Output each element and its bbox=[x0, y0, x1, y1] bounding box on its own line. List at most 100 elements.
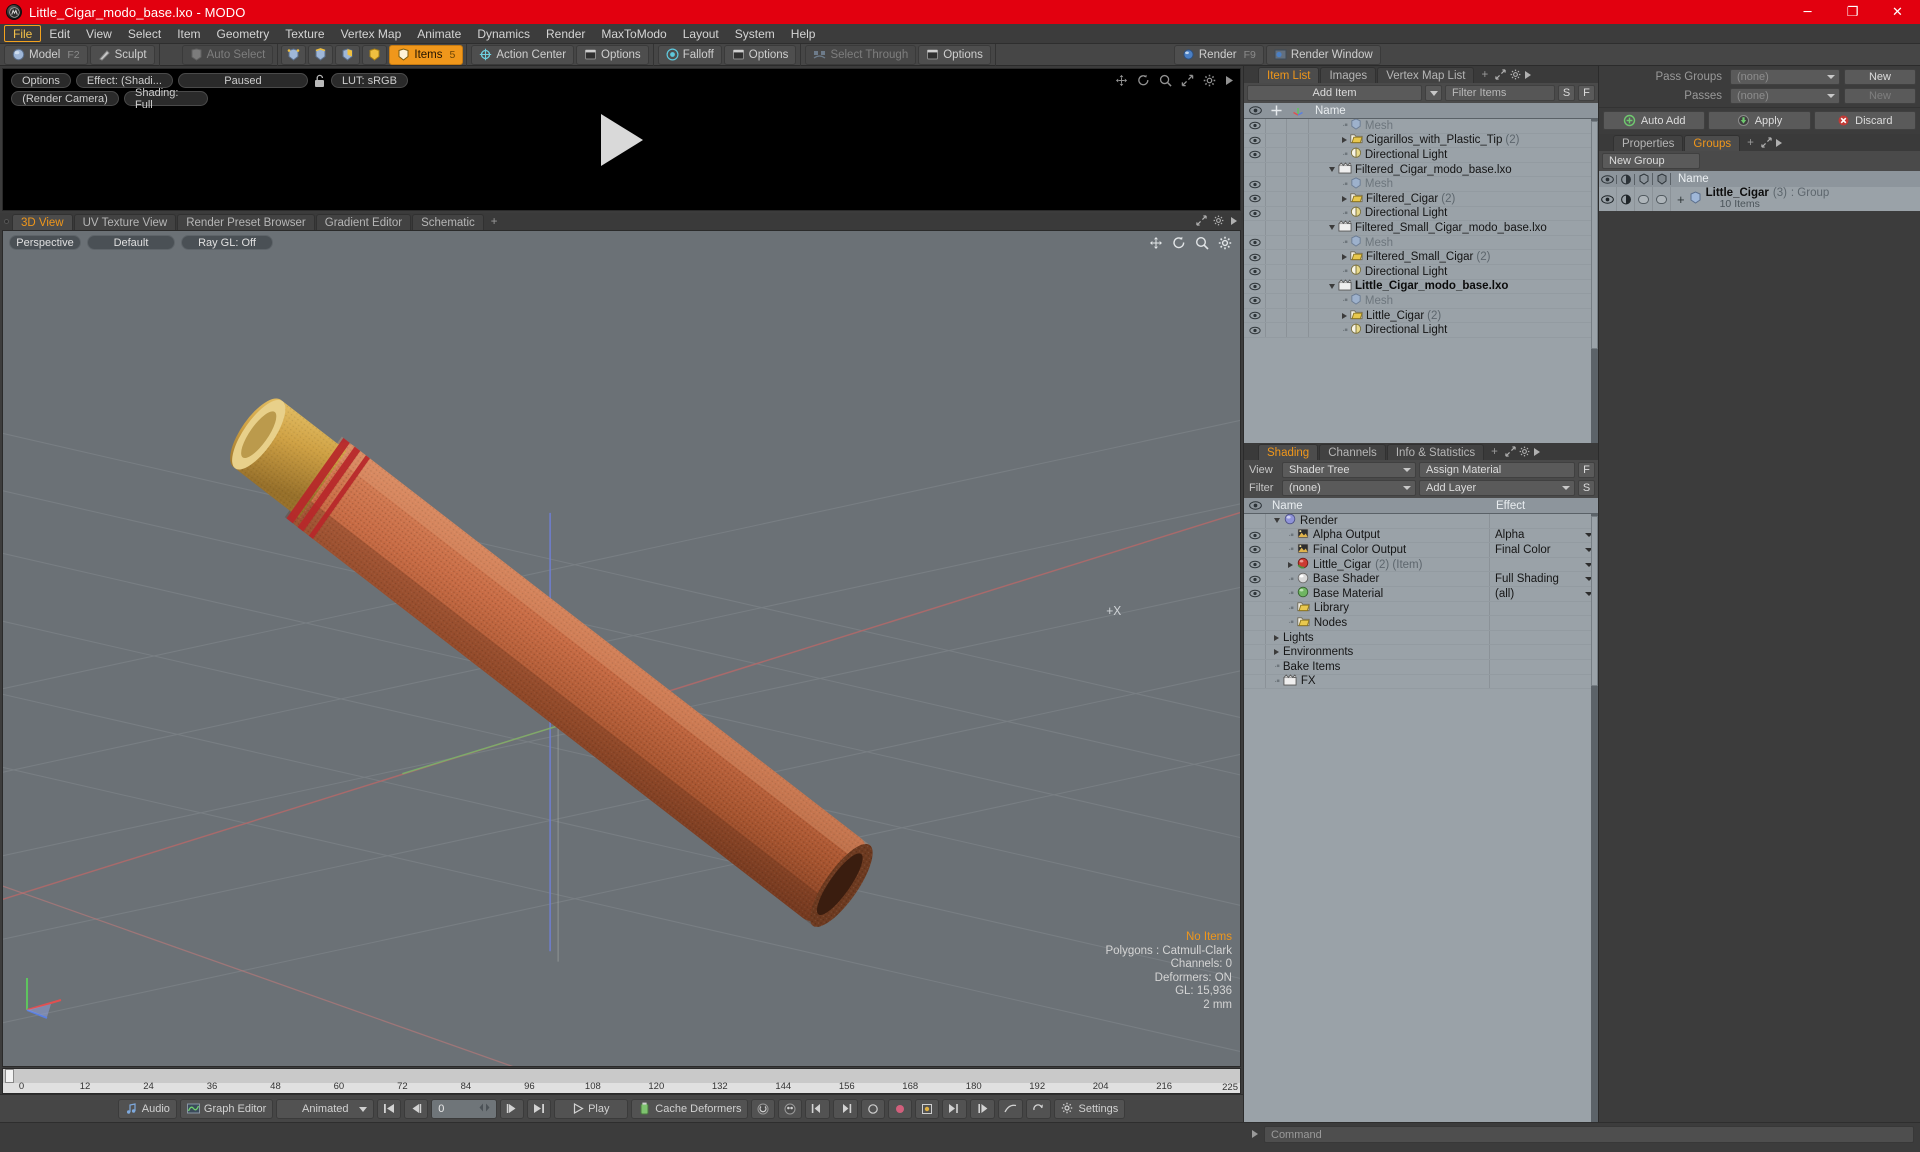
rotate-icon[interactable] bbox=[1137, 74, 1150, 90]
render-status-button[interactable]: Paused bbox=[177, 73, 308, 88]
shading-row-effect-cell[interactable]: Alpha bbox=[1490, 529, 1598, 543]
shading-tree-row[interactable]: ·▪ FX bbox=[1244, 674, 1598, 690]
maximize-panel-icon[interactable] bbox=[1505, 446, 1516, 460]
shading-row-effect-cell[interactable]: Full Shading bbox=[1490, 572, 1598, 586]
falloff-options-button[interactable]: Options bbox=[723, 44, 797, 65]
3d-viewport[interactable]: +X Perspective Default Ray GL: Off No Item… bbox=[2, 230, 1241, 1067]
shading-tree-row[interactable]: Environments bbox=[1244, 645, 1598, 660]
item-list-row[interactable]: Cigarillos_with_Plastic_Tip (2) bbox=[1244, 133, 1598, 149]
row-axis-toggle[interactable] bbox=[1287, 133, 1309, 148]
play-button[interactable]: Play bbox=[554, 1098, 629, 1119]
panel-arrow-icon[interactable] bbox=[1251, 1128, 1259, 1142]
shading-tree-row[interactable]: ·▪ Alpha Output Alpha bbox=[1244, 528, 1598, 544]
loop-toggle-button[interactable] bbox=[1026, 1098, 1052, 1119]
row-axis-toggle[interactable] bbox=[1287, 235, 1309, 250]
row-name-cell[interactable]: Little_Cigar_modo_base.lxo bbox=[1309, 279, 1598, 294]
action-center-options-button[interactable]: Options bbox=[576, 44, 649, 65]
item-list-row[interactable]: ·▪ Mesh bbox=[1244, 235, 1598, 251]
row-axis-toggle[interactable] bbox=[1287, 206, 1309, 221]
shading-tree-row[interactable]: ·▪ Base Material (all) bbox=[1244, 586, 1598, 602]
row-name-cell[interactable]: ·▪ Directional Light bbox=[1309, 206, 1598, 221]
select-through-button[interactable]: Select Through bbox=[805, 44, 917, 65]
viewport-control-perspective[interactable]: Perspective bbox=[9, 235, 81, 250]
row-lock-toggle[interactable] bbox=[1266, 177, 1287, 191]
viewport-tab-render-preset-browser[interactable]: Render Preset Browser bbox=[177, 214, 315, 230]
item-list-tab-item-list[interactable]: Item List bbox=[1258, 67, 1320, 83]
shading-tab-channels[interactable]: Channels bbox=[1319, 444, 1386, 460]
go-to-end-button[interactable] bbox=[527, 1098, 552, 1119]
passes-new-button[interactable]: New bbox=[1844, 88, 1916, 104]
item-list-row[interactable]: Filtered_Cigar (2) bbox=[1244, 191, 1598, 207]
action-center-button[interactable]: Action Center bbox=[471, 44, 575, 65]
polygons-mode-button[interactable] bbox=[335, 44, 361, 65]
row-name-cell[interactable]: Cigarillos_with_Plastic_Tip (2) bbox=[1309, 133, 1598, 147]
checkbox-icon[interactable] bbox=[1656, 194, 1667, 204]
maximize-panel-icon[interactable] bbox=[1761, 137, 1772, 151]
minimize-button[interactable]: ─ bbox=[1785, 0, 1830, 24]
row-lock-toggle[interactable] bbox=[1266, 279, 1287, 294]
shading-row-name-cell[interactable]: Environments bbox=[1266, 645, 1490, 659]
step-forward-button[interactable] bbox=[500, 1098, 525, 1119]
shading-row-effect-cell[interactable]: Final Color bbox=[1490, 543, 1598, 557]
gear-icon[interactable] bbox=[1519, 446, 1530, 460]
item-list-row[interactable]: ·▪ Mesh bbox=[1244, 119, 1598, 134]
shading-row-visibility-toggle[interactable] bbox=[1244, 528, 1266, 543]
go-to-start-button[interactable] bbox=[377, 1098, 402, 1119]
pass-groups-dropdown[interactable]: (none) bbox=[1730, 69, 1840, 85]
menu-item-edit[interactable]: Edit bbox=[41, 24, 78, 43]
item-list-row[interactable]: Filtered_Small_Cigar (2) bbox=[1244, 250, 1598, 265]
auto-select-button[interactable]: Auto Select bbox=[181, 44, 274, 65]
add-layer-dropdown[interactable]: Add Layer bbox=[1419, 480, 1575, 496]
shading-row-expand-arrow-icon[interactable] bbox=[1274, 634, 1279, 641]
shading-row-name-cell[interactable]: ·▪ Nodes bbox=[1266, 616, 1490, 630]
groups-tab-properties[interactable]: Properties bbox=[1613, 135, 1684, 151]
shading-row-visibility-toggle[interactable] bbox=[1244, 601, 1266, 616]
shading-row-visibility-toggle[interactable] bbox=[1244, 616, 1266, 630]
shading-tree-row[interactable]: ·▪ Base Shader Full Shading bbox=[1244, 572, 1598, 587]
row-visibility-toggle[interactable] bbox=[1244, 264, 1266, 279]
group-render-toggle[interactable] bbox=[1617, 187, 1635, 211]
shading-row-name-cell[interactable]: ·▪ Alpha Output bbox=[1266, 528, 1490, 543]
row-axis-toggle[interactable] bbox=[1287, 294, 1309, 308]
row-name-cell[interactable]: ·▪ Directional Light bbox=[1309, 147, 1598, 162]
row-lock-toggle[interactable] bbox=[1266, 235, 1287, 250]
row-lock-toggle[interactable] bbox=[1266, 323, 1287, 337]
unlock-icon[interactable] bbox=[313, 74, 326, 88]
viewport-tab-gradient-editor[interactable]: Gradient Editor bbox=[315, 214, 412, 230]
filter-items-input[interactable]: Filter Items bbox=[1445, 85, 1555, 101]
shading-scrollbar[interactable] bbox=[1591, 514, 1598, 1122]
row-axis-toggle[interactable] bbox=[1287, 148, 1309, 162]
shading-row-visibility-toggle[interactable] bbox=[1244, 543, 1266, 557]
falloff-button[interactable]: Falloff bbox=[657, 44, 722, 65]
item-list-row[interactable]: ·▪ Directional Light bbox=[1244, 264, 1598, 280]
render-window-button[interactable]: Render Window bbox=[1265, 44, 1381, 65]
item-list-row[interactable]: Little_Cigar_modo_base.lxo bbox=[1244, 279, 1598, 295]
row-visibility-toggle[interactable] bbox=[1244, 308, 1266, 323]
row-axis-toggle[interactable] bbox=[1287, 264, 1309, 279]
item-list-row[interactable]: ·▪ Mesh bbox=[1244, 293, 1598, 309]
shading-row-visibility-toggle[interactable] bbox=[1244, 572, 1266, 586]
row-axis-toggle[interactable] bbox=[1287, 308, 1309, 323]
shading-row-name-cell[interactable]: Render bbox=[1266, 514, 1490, 528]
row-collapse-arrow-icon[interactable] bbox=[1329, 283, 1335, 289]
preview-play-icon[interactable] bbox=[600, 113, 643, 166]
row-axis-toggle[interactable] bbox=[1287, 162, 1309, 177]
shading-row-name-cell[interactable]: Little_Cigar (2) (Item) bbox=[1266, 557, 1490, 572]
set-range-start-button[interactable] bbox=[942, 1098, 968, 1119]
menu-item-animate[interactable]: Animate bbox=[409, 24, 469, 43]
shading-row-visibility-toggle[interactable] bbox=[1244, 586, 1266, 601]
add-item-button[interactable]: Add Item bbox=[1247, 85, 1422, 101]
row-lock-toggle[interactable] bbox=[1266, 294, 1287, 308]
select-through-options-button[interactable]: Options bbox=[918, 44, 991, 65]
menu-item-vertex-map[interactable]: Vertex Map bbox=[333, 24, 410, 43]
shader-view-dropdown[interactable]: Shader Tree bbox=[1282, 462, 1416, 478]
row-lock-toggle[interactable] bbox=[1266, 162, 1287, 177]
menu-item-geometry[interactable]: Geometry bbox=[209, 24, 278, 43]
shading-row-name-cell[interactable]: ·▪ Bake Items bbox=[1266, 659, 1490, 674]
row-name-cell[interactable]: ·▪ Mesh bbox=[1309, 235, 1598, 250]
row-name-cell[interactable]: ·▪ Mesh bbox=[1309, 119, 1598, 133]
gear-icon[interactable] bbox=[1203, 74, 1216, 90]
row-lock-toggle[interactable] bbox=[1266, 221, 1287, 235]
row-lock-toggle[interactable] bbox=[1266, 206, 1287, 221]
command-input[interactable]: Command bbox=[1264, 1126, 1914, 1143]
